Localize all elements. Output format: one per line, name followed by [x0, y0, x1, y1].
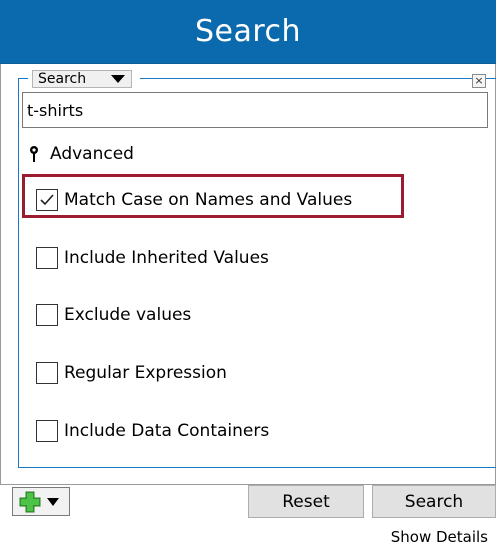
option-label: Match Case on Names and Values — [64, 190, 353, 210]
checkbox-exclude-values[interactable] — [36, 304, 58, 326]
option-include-inherited[interactable]: Include Inherited Values — [36, 245, 269, 271]
pin-icon — [30, 146, 38, 162]
dropdown-arrow-icon — [111, 75, 125, 83]
option-label: Include Inherited Values — [64, 248, 269, 268]
checkbox-match-case[interactable] — [36, 189, 58, 211]
advanced-label: Advanced — [50, 144, 134, 164]
advanced-toggle[interactable]: Advanced — [28, 142, 134, 166]
option-include-data-containers[interactable]: Include Data Containers — [36, 418, 269, 444]
search-button[interactable]: Search — [372, 485, 496, 518]
add-dropdown-button[interactable] — [12, 487, 70, 516]
option-label: Exclude values — [64, 305, 192, 325]
checkbox-include-inherited[interactable] — [36, 247, 58, 269]
option-exclude-values[interactable]: Exclude values — [36, 302, 191, 328]
search-input[interactable] — [22, 92, 488, 128]
option-label: Include Data Containers — [64, 421, 270, 441]
close-icon[interactable]: × — [472, 74, 486, 88]
chevron-down-icon — [47, 497, 59, 506]
green-plus-icon — [19, 491, 41, 512]
checkbox-regular-expression[interactable] — [36, 362, 58, 384]
checkmark-icon — [40, 194, 54, 206]
title-bar: Search — [0, 0, 496, 64]
option-regular-expression[interactable]: Regular Expression — [36, 360, 227, 386]
search-panel: Search Search × Advanced Match Case on N… — [0, 0, 496, 554]
option-label: Regular Expression — [64, 363, 227, 383]
window-title: Search — [194, 14, 302, 49]
option-match-case[interactable]: Match Case on Names and Values — [36, 187, 352, 213]
reset-button[interactable]: Reset — [248, 485, 364, 518]
search-scope-dropdown[interactable]: Search — [32, 70, 132, 88]
show-details-link[interactable]: Show Details — [391, 528, 488, 546]
search-groupbox — [18, 78, 496, 468]
search-scope-value: Search — [38, 71, 87, 87]
checkbox-include-data-containers[interactable] — [36, 420, 58, 442]
